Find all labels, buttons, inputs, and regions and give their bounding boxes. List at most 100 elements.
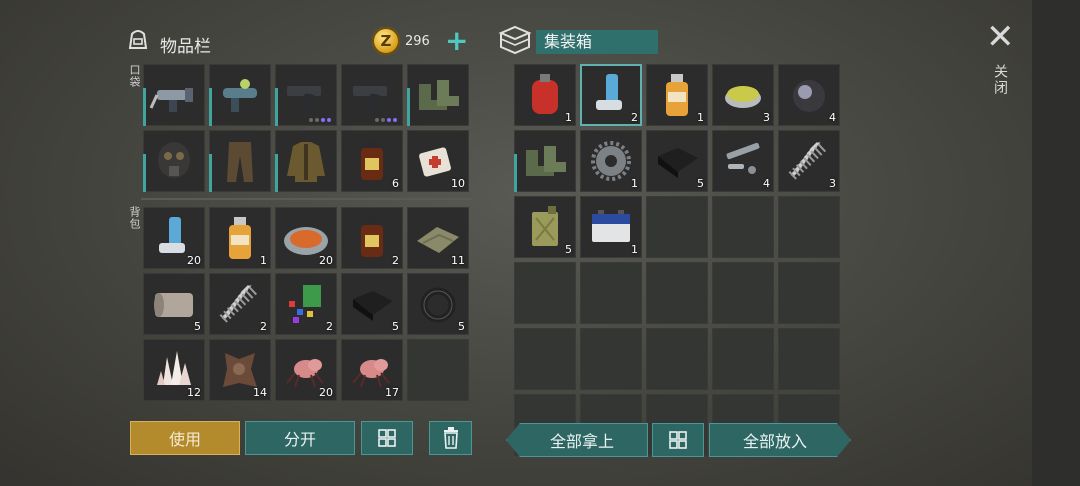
pocket-backpack-divider — [141, 198, 472, 200]
container-slot[interactable]: 5 — [646, 130, 708, 192]
backpack-slot[interactable]: 2 — [209, 273, 271, 335]
backpack-slot[interactable]: 2 — [275, 273, 337, 335]
backpack-slot[interactable]: 5 — [143, 273, 205, 335]
pocket-slot[interactable]: 6 — [341, 130, 403, 192]
container-slot[interactable] — [514, 130, 576, 192]
put-all-button[interactable]: 全部放入 — [709, 423, 851, 457]
item-count: 2 — [631, 111, 638, 124]
durability-bar — [407, 88, 410, 126]
coin-count: 296 — [405, 34, 430, 49]
item-count: 17 — [385, 386, 399, 399]
backpack-slot[interactable]: 5 — [407, 273, 469, 335]
item-count: 2 — [392, 254, 399, 267]
durability-bar — [275, 154, 278, 192]
trash-icon — [443, 427, 458, 449]
pocket-slot[interactable] — [275, 130, 337, 192]
pocket-slot[interactable]: 10 — [407, 130, 469, 192]
pocket-slot[interactable] — [209, 64, 271, 126]
item-count: 5 — [565, 243, 572, 256]
backpack-slot[interactable]: 14 — [209, 339, 271, 401]
sort-container-button[interactable] — [652, 423, 704, 457]
right-edge-panel — [1032, 0, 1080, 486]
durability-bar — [514, 154, 517, 192]
item-count: 14 — [253, 386, 267, 399]
container-title: 集装箱 — [536, 30, 658, 54]
item-count: 5 — [194, 320, 201, 333]
container-slot[interactable]: 1 — [580, 130, 642, 192]
container-slot[interactable]: 4 — [778, 64, 840, 126]
container-icon — [498, 24, 532, 56]
item-count: 1 — [260, 254, 267, 267]
durability-bar — [209, 154, 212, 192]
pocket-slot[interactable] — [209, 130, 271, 192]
empty-slot[interactable] — [778, 196, 840, 258]
backpack-slot[interactable]: 20 — [143, 207, 205, 269]
item-count: 20 — [319, 254, 333, 267]
empty-slot[interactable] — [514, 328, 576, 390]
item-count: 5 — [697, 177, 704, 190]
close-icon[interactable]: ✕ — [986, 20, 1015, 54]
empty-slot[interactable] — [646, 328, 708, 390]
empty-slot[interactable] — [712, 262, 774, 324]
item-count: 1 — [697, 111, 704, 124]
item-count: 20 — [319, 386, 333, 399]
empty-slot[interactable] — [778, 262, 840, 324]
container-slot[interactable]: 1 — [514, 64, 576, 126]
backpack-slot[interactable]: 20 — [275, 339, 337, 401]
durability-bar — [143, 88, 146, 126]
pocket-slot[interactable] — [275, 64, 337, 126]
sort-inventory-button[interactable] — [361, 421, 413, 455]
inventory-title: 物品栏 — [160, 37, 211, 57]
ammo-indicator — [309, 118, 331, 122]
empty-slot[interactable] — [712, 196, 774, 258]
backpack-slot[interactable]: 11 — [407, 207, 469, 269]
pocket-slot[interactable] — [341, 64, 403, 126]
item-count: 1 — [565, 111, 572, 124]
container-slot[interactable]: 3 — [778, 130, 840, 192]
backpack-slot[interactable]: 1 — [209, 207, 271, 269]
delete-button[interactable] — [429, 421, 472, 455]
pocket-slot[interactable] — [407, 64, 469, 126]
item-count: 5 — [458, 320, 465, 333]
backpack-slot[interactable]: 5 — [341, 273, 403, 335]
empty-slot[interactable] — [712, 328, 774, 390]
item-count: 12 — [187, 386, 201, 399]
take-all-button[interactable]: 全部拿上 — [506, 423, 648, 457]
use-button[interactable]: 使用 — [130, 421, 240, 455]
container-slot[interactable]: 1 — [646, 64, 708, 126]
grid-sort-icon — [669, 431, 687, 449]
close-label[interactable]: 关闭 — [990, 64, 1010, 96]
container-slot[interactable]: 3 — [712, 64, 774, 126]
container-slot[interactable]: 2 — [580, 64, 642, 126]
item-count: 2 — [326, 320, 333, 333]
backpack-slot[interactable]: 20 — [275, 207, 337, 269]
coin-icon: Z — [372, 27, 400, 55]
item-count: 5 — [392, 320, 399, 333]
container-slot[interactable]: 4 — [712, 130, 774, 192]
empty-slot[interactable] — [580, 262, 642, 324]
empty-slot[interactable] — [778, 328, 840, 390]
take-all-label: 全部拿上 — [549, 432, 614, 451]
backpack-slot[interactable]: 2 — [341, 207, 403, 269]
item-count: 1 — [631, 243, 638, 256]
empty-slot[interactable] — [580, 328, 642, 390]
split-button[interactable]: 分开 — [245, 421, 355, 455]
pocket-slot[interactable] — [143, 64, 205, 126]
container-slot[interactable]: 1 — [580, 196, 642, 258]
item-count: 11 — [451, 254, 465, 267]
ammo-indicator — [375, 118, 397, 122]
put-all-label: 全部放入 — [742, 432, 807, 451]
backpack-slot[interactable]: 17 — [341, 339, 403, 401]
backpack-slot[interactable]: 12 — [143, 339, 205, 401]
empty-slot[interactable] — [646, 262, 708, 324]
durability-bar — [209, 88, 212, 126]
item-count: 2 — [260, 320, 267, 333]
empty-slot[interactable] — [646, 196, 708, 258]
empty-slot[interactable] — [514, 262, 576, 324]
empty-slot[interactable] — [407, 339, 469, 401]
item-count: 3 — [829, 177, 836, 190]
container-slot[interactable]: 5 — [514, 196, 576, 258]
item-count: 6 — [392, 177, 399, 190]
add-coins-button[interactable]: + — [445, 27, 468, 55]
pocket-slot[interactable] — [143, 130, 205, 192]
